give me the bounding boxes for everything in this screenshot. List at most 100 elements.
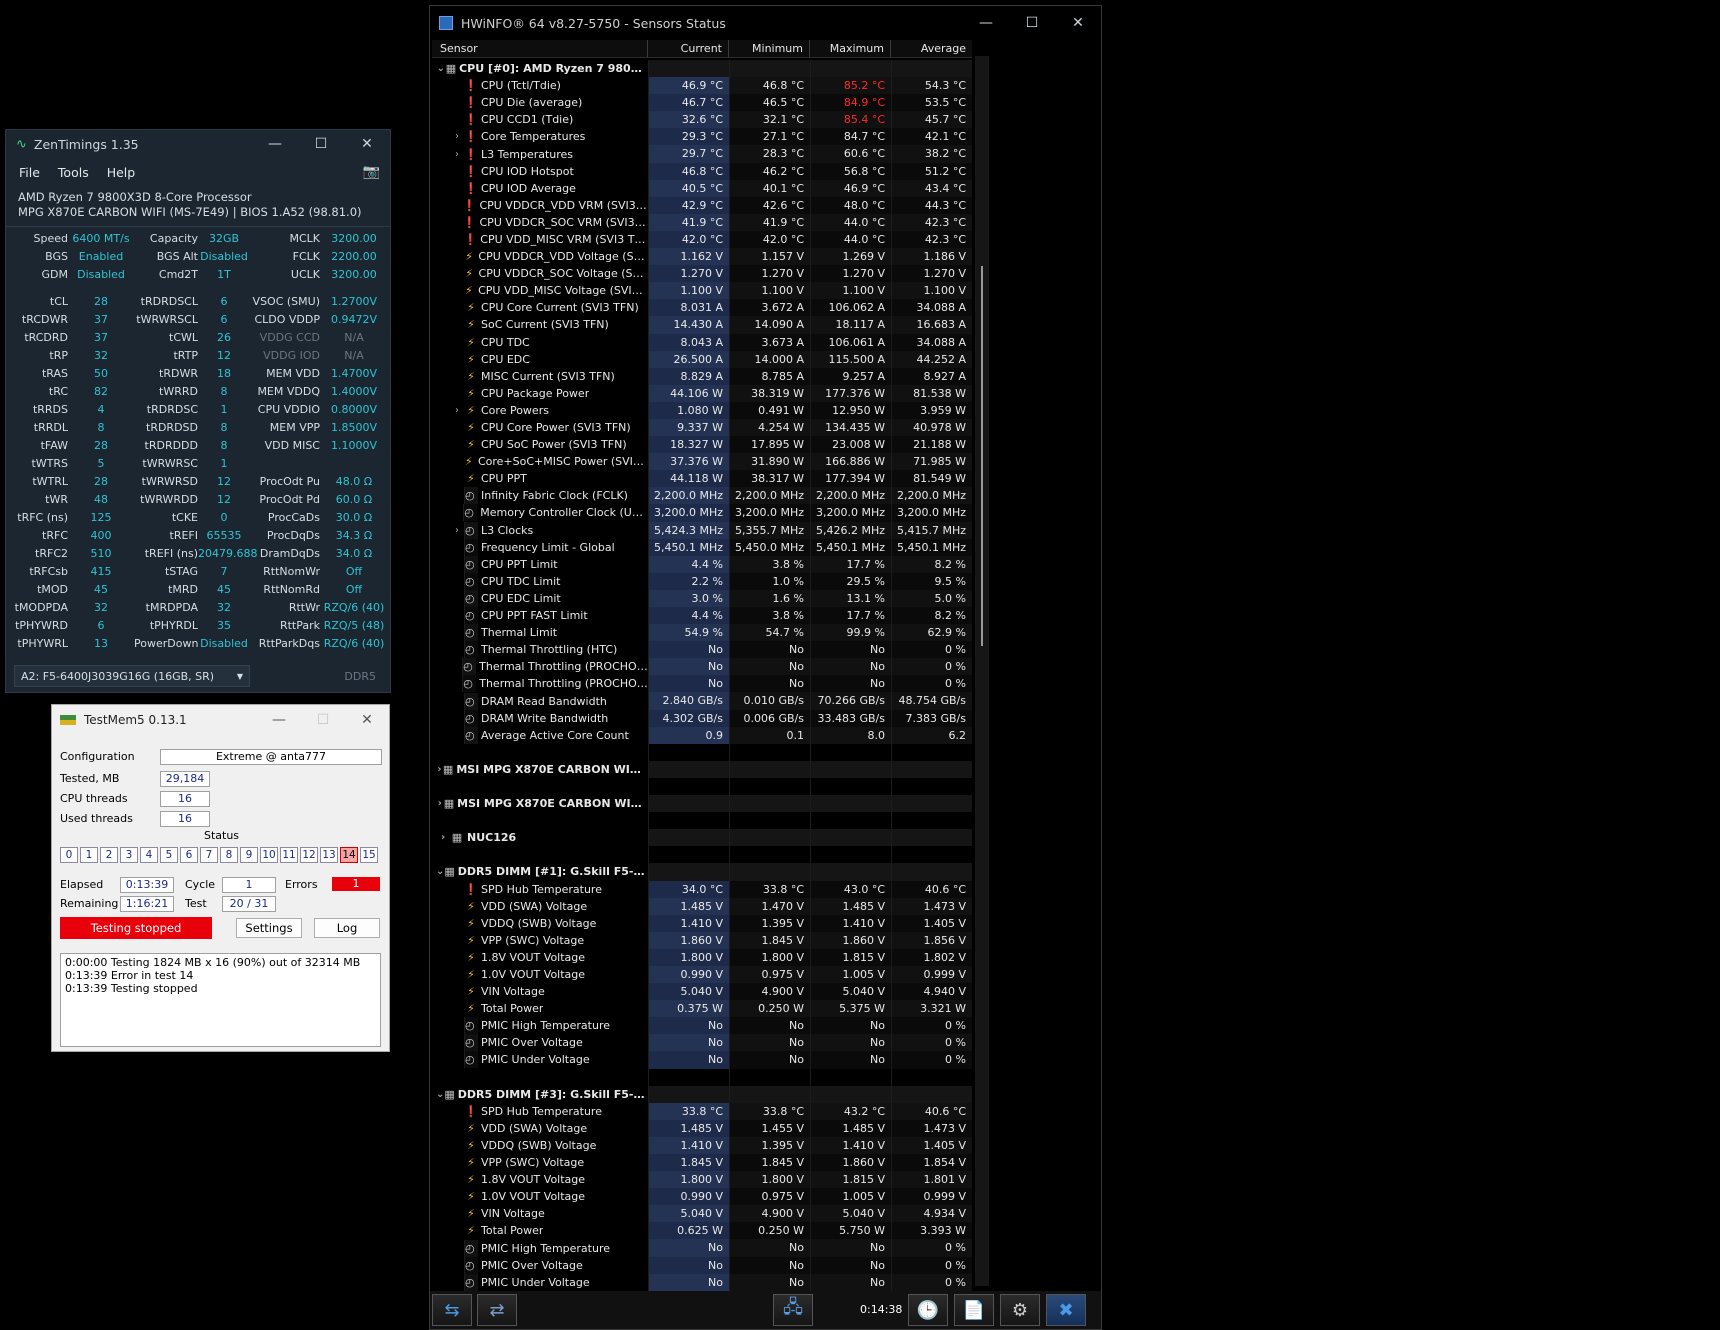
close-icon[interactable]: ✕	[344, 136, 390, 152]
sensor-row[interactable]: ◴ PMIC High Temperature No No No 0 %	[432, 1239, 972, 1257]
settings-button[interactable]: Settings	[236, 918, 302, 938]
menu-file[interactable]: File	[19, 165, 40, 180]
close-icon[interactable]: ✕	[1055, 15, 1101, 31]
sensor-row[interactable]: ⚡ VPP (SWC) Voltage 1.845 V 1.845 V 1.860 V1…	[432, 1154, 972, 1172]
sensor-row[interactable]: ⚡ Total Power 0.625 W 0.250 W 5.750 W 3.393 W	[432, 1222, 972, 1240]
sensor-row[interactable]: ❗ CPU Die (average) 46.7 °C 46.5 °C 84.9 °C 5…	[432, 94, 972, 112]
sensor-row[interactable]: ◴ CPU TDC Limit 2.2 % 1.0 % 29.5 % 9.5 %	[432, 572, 972, 590]
sensor-row[interactable]: ◴ DRAM Read Bandwidth 2.840 GB/s 0.010 GB/s…	[432, 692, 972, 710]
sensor-row[interactable]: ◴ CPU PPT Limit 4.4 % 3.8 % 17.7 % 8.2 %	[432, 555, 972, 573]
sensor-row[interactable]: ◴ Infinity Fabric Clock (FCLK) 2,200.0 MHz…	[432, 487, 972, 505]
col-current[interactable]: Current	[648, 40, 729, 57]
sensor-row[interactable]: ◴ PMIC Over Voltage No No No 0 %	[432, 1256, 972, 1274]
sensor-row[interactable]: ⚡ Total Power 0.375 W 0.250 W 5.375 W 3.321 W	[432, 1000, 972, 1018]
expand-arrows-icon[interactable]: ⇆	[432, 1294, 472, 1326]
sensor-row[interactable]: ⚡ 1.8V VOUT Voltage 1.800 V 1.800 V 1.815 V1…	[432, 948, 972, 966]
minimize-icon[interactable]: —	[252, 136, 298, 152]
expand-chevron-icon[interactable]: ›	[436, 829, 450, 846]
sensor-row[interactable]: › ❗ L3 Temperatures 29.7 °C 28.3 °C 60.6 °C 38…	[432, 145, 972, 163]
col-sensor[interactable]: Sensor	[432, 40, 648, 57]
sensor-row[interactable]: ⚡ CPU SoC Power (SVI3 TFN) 18.327 W 17.895 …	[432, 436, 972, 454]
sensor-row[interactable]: ◴ Thermal Throttling (HTC) No No No 0 %	[432, 641, 972, 659]
sensor-group-row[interactable]: ⌄▦DDR5 DIMM [#1]: G.Skill F5-6400J3039G1…	[432, 863, 972, 881]
sensor-row[interactable]: ⚡ CPU TDC 8.043 A 3.673 A 106.061 A 34.088 A	[432, 333, 972, 351]
close-x-icon[interactable]: ✖	[1046, 1294, 1086, 1326]
camera-icon[interactable]: 📷	[363, 164, 380, 180]
sensor-row[interactable]	[432, 743, 972, 761]
sensor-row[interactable]: ◴ Average Active Core Count 0.9 0.1 8.0 6.2	[432, 726, 972, 744]
sensor-row[interactable]: ◴Thermal Throttling (PROCHOT EXT)NoNoNo0…	[432, 675, 972, 693]
hwinfo-titlebar[interactable]: HWiNFO® 64 v8.27-5750 - Sensors Status —…	[430, 6, 1101, 40]
sensor-group-row[interactable]: › ▦ NUC126	[432, 829, 972, 847]
sensor-row[interactable]: ❗ CPU VDD_MISC VRM (SVI3 TFN) 42.0 °C 42.0 …	[432, 230, 972, 249]
sensor-row[interactable]: ⚡ VDD (SWA) Voltage 1.485 V 1.470 V 1.485 V1…	[432, 897, 972, 915]
expand-chevron-icon[interactable]: ›	[450, 402, 464, 419]
sensor-row[interactable]: ◴ Thermal Limit 54.9 % 54.7 % 99.9 % 62.9 %	[432, 624, 972, 642]
sensor-row[interactable]: ◴ DRAM Write Bandwidth 4.302 GB/s 0.006 GB/…	[432, 709, 972, 727]
expand-chevron-icon[interactable]: ›	[436, 795, 444, 812]
sensor-row[interactable]: ⚡ 1.0V VOUT Voltage 0.990 V 0.975 V 1.005 V0…	[432, 965, 972, 984]
sensor-row[interactable]: › ⚡ Core Powers 1.080 W 0.491 W 12.950 W 3.959…	[432, 401, 972, 419]
sensor-row[interactable]: ⚡ CPU PPT 44.118 W 38.317 W 177.394 W 81.549 …	[432, 470, 972, 488]
sensor-row[interactable]: ⚡CPU VDD_MISC Voltage (SVI3 TFN)1.100 V1…	[432, 282, 972, 300]
sensor-row[interactable]: ⚡ CPU VDDCR_VDD Voltage (SVI3 ... 1.162 V1…	[432, 248, 972, 266]
expand-chevron-icon[interactable]: ›	[450, 146, 464, 163]
sensor-row[interactable]: ❗ SPD Hub Temperature 34.0 °C 33.8 °C 43.0 °…	[432, 880, 972, 898]
sensor-row[interactable]: ⚡ CPU VDDCR_SOC Voltage (SVI3 ... 1.270 V1…	[432, 265, 972, 283]
sensor-row[interactable]: ◴ PMIC Over Voltage No No No 0 %	[432, 1034, 972, 1052]
menu-help[interactable]: Help	[107, 165, 136, 180]
vertical-scrollbar[interactable]	[975, 56, 989, 1286]
sensor-row[interactable]: ⚡ Core+SoC+MISC Power (SVI3 TFN)37.376 W3…	[432, 453, 972, 471]
sensor-row[interactable]: ◴ Memory Controller Clock (UCLK) 3,200.0 M…	[432, 504, 972, 522]
sensor-row[interactable]	[432, 777, 972, 796]
collapse-chevron-icon[interactable]: ⌄	[436, 1086, 444, 1103]
sensor-row[interactable]: ⚡ VDD (SWA) Voltage 1.485 V 1.455 V 1.485 V1…	[432, 1119, 972, 1137]
add-log-icon[interactable]: 📄	[954, 1294, 994, 1326]
sensor-row[interactable]: ⚡ 1.8V VOUT Voltage 1.800 V 1.800 V 1.815 V1…	[432, 1171, 972, 1189]
sensor-row[interactable]: ❗ CPU IOD Hotspot 46.8 °C 46.2 °C 56.8 °C 51.…	[432, 162, 972, 180]
sensor-row[interactable]: ⚡ 1.0V VOUT Voltage 0.990 V 0.975 V 1.005 V0…	[432, 1188, 972, 1206]
menu-tools[interactable]: Tools	[58, 165, 89, 180]
col-maximum[interactable]: Maximum	[810, 40, 891, 57]
sensor-row[interactable]: › ◴ L3 Clocks 5,424.3 MHz 5,355.7 MHz 5,426.2…	[432, 521, 972, 539]
sensor-row[interactable]: ◴ PMIC Under Voltage No No No 0 %	[432, 1051, 972, 1069]
dimm-select[interactable]: A2: F5-6400J3039G16G (16GB, SR) ▼	[14, 665, 250, 687]
sensor-row[interactable]: ⚡ VIN Voltage 5.040 V 4.900 V 5.040 V 4.934 V	[432, 1205, 972, 1223]
settings-gear-icon[interactable]: ⚙	[1000, 1294, 1040, 1326]
sensor-row[interactable]: ❗ CPU IOD Average 40.5 °C 40.1 °C 46.9 °C 43.…	[432, 179, 972, 197]
log-button[interactable]: Log	[314, 918, 380, 938]
expand-chevron-icon[interactable]: ›	[450, 128, 464, 145]
collapse-chevron-icon[interactable]: ⌄	[436, 60, 446, 77]
sensor-row[interactable]: ❗ SPD Hub Temperature 33.8 °C 33.8 °C 43.2 °…	[432, 1102, 972, 1120]
sensor-row[interactable]: ❗ CPU VDDCR_SOC VRM (SVI3 TFN) 41.9 °C 41.9…	[432, 213, 972, 231]
sensor-row[interactable]: ⚡ VIN Voltage 5.040 V 4.900 V 5.040 V 4.940 V	[432, 983, 972, 1001]
collapse-chevron-icon[interactable]: ⌄	[436, 863, 444, 880]
sensor-row[interactable]: ◴ CPU PPT FAST Limit 4.4 % 3.8 % 17.7 % 8.2 %	[432, 607, 972, 625]
testing-state-button[interactable]: Testing stopped	[60, 917, 212, 939]
clock-icon[interactable]: 🕒	[908, 1294, 948, 1326]
sensor-row[interactable]: ⚡ CPU Package Power 44.106 W 38.319 W 177.37…	[432, 384, 972, 402]
sensor-group-row[interactable]: ⌄▦DDR5 DIMM [#3]: G.Skill F5-6400J3039G1…	[432, 1085, 972, 1103]
sensor-row[interactable]: ⚡ VDDQ (SWB) Voltage 1.410 V 1.395 V 1.410 V…	[432, 1136, 972, 1154]
sensor-row[interactable]: ◴Thermal Throttling (PROCHOT CPU)NoNoNo0…	[432, 658, 972, 676]
sensor-row[interactable]: ⚡ CPU Core Current (SVI3 TFN) 8.031 A 3.672…	[432, 299, 972, 317]
zentimings-titlebar[interactable]: ∿ ZenTimings 1.35 — ☐ ✕	[6, 130, 390, 158]
sensor-row[interactable]: ◴ PMIC Under Voltage No No No 0 %	[432, 1273, 972, 1291]
sensor-group-row[interactable]: ›▦MSI MPG X870E CARBON WIFI (MS-7E49) (A…	[432, 795, 972, 813]
sensor-row[interactable]: ◴ Frequency Limit - Global 5,450.1 MHz 5,45…	[432, 538, 972, 556]
sensor-row[interactable]: ⚡ CPU EDC 26.500 A 14.000 A 115.500 A 44.252 …	[432, 350, 972, 368]
sensor-row[interactable]: ❗ CPU VDDCR_VDD VRM (SVI3 TFN) 42.9 °C 42.6…	[432, 196, 972, 214]
sensor-row[interactable]: › ❗ Core Temperatures 29.3 °C 27.1 °C 84.7 °C…	[432, 128, 972, 146]
col-minimum[interactable]: Minimum	[729, 40, 810, 57]
minimize-icon[interactable]: —	[257, 712, 301, 728]
sensor-row[interactable]: ⚡ VPP (SWC) Voltage 1.860 V 1.845 V 1.860 V1…	[432, 931, 972, 949]
sensor-row[interactable]: ❗ CPU CCD1 (Tdie) 32.6 °C 32.1 °C 85.4 °C 45.…	[432, 111, 972, 129]
maximize-icon[interactable]: ☐	[1009, 15, 1055, 31]
testmem5-titlebar[interactable]: TestMem5 0.13.1 — ☐ ✕	[52, 705, 389, 735]
expand-chevron-icon[interactable]: ›	[436, 761, 443, 778]
sensor-group-row[interactable]: ⌄▦CPU [#0]: AMD Ryzen 7 9800X3D: Enhance…	[432, 60, 972, 78]
sensor-row[interactable]: ⚡ CPU Core Power (SVI3 TFN) 9.337 W 4.254 W…	[432, 418, 972, 437]
sensor-row[interactable]	[432, 846, 972, 864]
collapse-arrows-icon[interactable]: ⇄	[477, 1294, 517, 1326]
sensor-group-row[interactable]: ›▦MSI MPG X870E CARBON WIFI (MS-7E49) (N…	[432, 760, 972, 778]
